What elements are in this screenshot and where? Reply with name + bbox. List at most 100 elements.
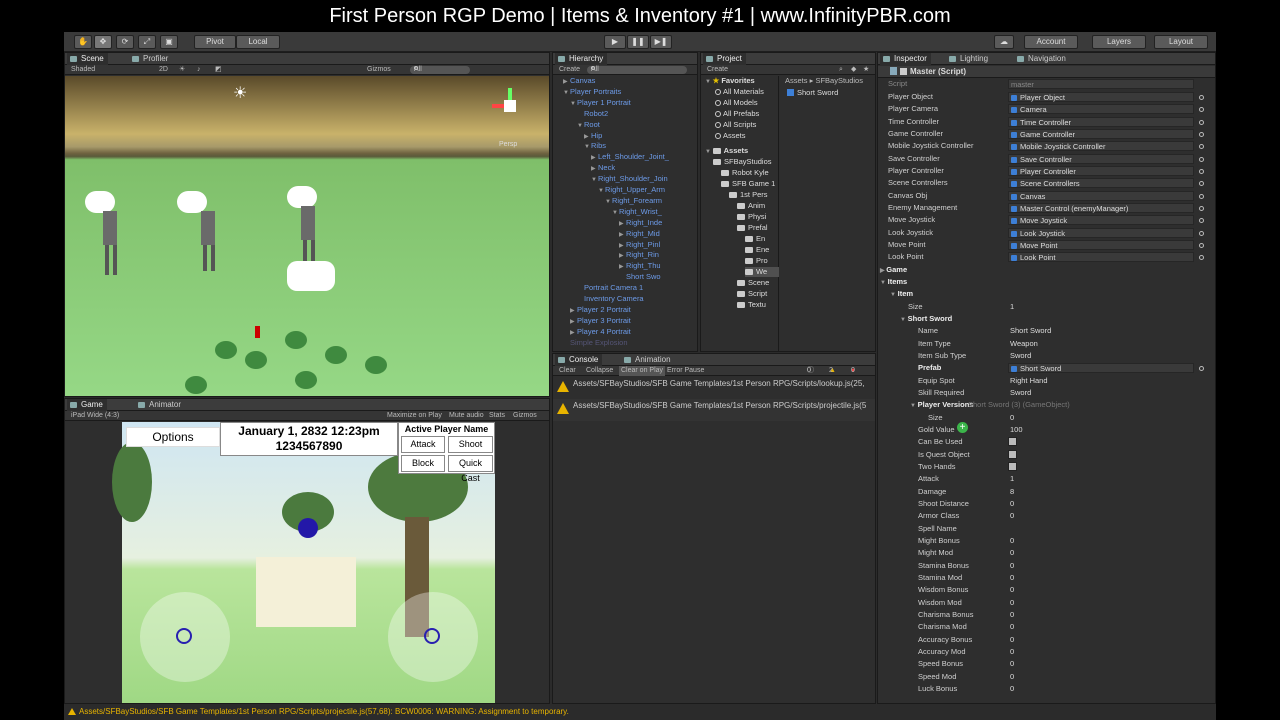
tab-scene[interactable]: Scene — [67, 53, 108, 65]
foldout-arrow-icon[interactable]: ▶ — [570, 317, 577, 327]
object-field[interactable]: Move Point — [1008, 239, 1194, 250]
foldout-arrow-icon[interactable]: ▼ — [577, 121, 584, 131]
object-field[interactable]: Player Controller — [1008, 165, 1194, 176]
tab-game[interactable]: Game — [67, 399, 107, 411]
value-field[interactable]: Right Hand — [1008, 376, 1194, 386]
value-field[interactable]: Sword — [1008, 351, 1194, 361]
value-field[interactable]: 0 — [1008, 659, 1194, 669]
aspect-dropdown[interactable]: iPad Wide (4:3) — [71, 411, 119, 421]
project-search-icon[interactable]: ⌕ — [839, 65, 843, 75]
foldout-arrow-icon[interactable]: ▼ — [910, 403, 918, 409]
hierarchy-item[interactable]: ▼Player Portraits — [563, 87, 621, 97]
project-folder[interactable]: En — [745, 234, 765, 244]
step-button[interactable]: ▶❚ — [650, 35, 672, 49]
rect-tool-button[interactable]: ▣ — [160, 35, 178, 49]
move-joystick-knob[interactable] — [176, 628, 192, 644]
hierarchy-item[interactable]: ▶ Right_Pinl — [619, 240, 660, 250]
maximize-toggle[interactable]: Maximize on Play — [387, 411, 442, 421]
object-picker-icon[interactable] — [1199, 181, 1204, 187]
object-picker-icon[interactable] — [1199, 218, 1204, 224]
value-field[interactable]: Sword — [1008, 388, 1194, 398]
favorite-item[interactable]: Assets — [715, 131, 746, 141]
value-field[interactable]: 0 — [1008, 573, 1194, 583]
object-field[interactable]: Camera — [1008, 104, 1194, 115]
2d-toggle[interactable]: 2D — [159, 65, 168, 75]
inspector-field-label[interactable]: ▼ Short Sword — [900, 313, 952, 326]
foldout-arrow-icon[interactable]: ▼ — [605, 197, 612, 207]
shaded-dropdown[interactable]: Shaded — [71, 65, 95, 75]
favorite-item[interactable]: All Prefabs — [715, 109, 759, 119]
object-picker-icon[interactable] — [1199, 131, 1204, 137]
checkbox[interactable] — [1008, 461, 1017, 471]
object-field[interactable]: Save Controller — [1008, 153, 1194, 164]
foldout-arrow-icon[interactable]: ▼ — [598, 186, 605, 196]
project-folder[interactable]: Textu — [737, 300, 766, 310]
scene-gizmo[interactable] — [490, 86, 530, 126]
favorites-header[interactable]: ▼ ★ Favorites — [705, 76, 755, 86]
foldout-arrow-icon[interactable]: ▶ — [619, 219, 626, 229]
value-field[interactable]: 0 — [1008, 635, 1194, 645]
object-picker-icon[interactable] — [1199, 119, 1204, 125]
value-field[interactable]: 0 — [1008, 585, 1194, 595]
object-picker-icon[interactable] — [1199, 366, 1204, 372]
options-button[interactable]: Options — [126, 427, 220, 447]
value-field[interactable]: 1 — [1008, 302, 1194, 312]
hierarchy-item[interactable]: ▶ Player 4 Portrait — [570, 327, 631, 337]
value-field[interactable]: 0 — [1008, 413, 1194, 423]
breadcrumb-assets[interactable]: Assets — [785, 76, 808, 85]
value-field[interactable]: 100 — [1008, 425, 1194, 435]
lighting-toggle-icon[interactable]: ☀ — [179, 65, 185, 75]
hierarchy-item[interactable]: ▼Right_Upper_Arm — [598, 185, 665, 195]
tag-icon[interactable]: ◆ — [851, 65, 856, 75]
block-button[interactable]: Block — [401, 455, 445, 472]
checkbox[interactable] — [1008, 437, 1017, 447]
hierarchy-item[interactable]: Portrait Camera 1 — [577, 283, 643, 293]
project-folder[interactable]: Scene — [737, 278, 769, 288]
foldout-arrow-icon[interactable]: ▶ — [619, 251, 626, 261]
play-button[interactable]: ▶ — [604, 35, 626, 49]
gizmos-toggle[interactable]: Gizmos — [513, 411, 537, 421]
value-field[interactable]: 0 — [1008, 548, 1194, 558]
rotate-tool-button[interactable]: ⟳ — [116, 35, 134, 49]
console-clear-on-play-button[interactable]: Clear on Play — [619, 366, 666, 376]
console-collapse-button[interactable]: Collapse — [586, 366, 613, 376]
move-tool-button[interactable]: ✥ — [94, 35, 112, 49]
foldout-arrow-icon[interactable]: ▼ — [900, 317, 908, 323]
foldout-arrow-icon[interactable]: ▶ — [570, 306, 577, 316]
foldout-arrow-icon[interactable]: ▶ — [591, 164, 598, 174]
hierarchy-item[interactable]: ▶ Hip — [584, 131, 602, 141]
tab-project[interactable]: Project — [703, 53, 746, 65]
foldout-arrow-icon[interactable]: ▶ — [563, 77, 570, 87]
effects-toggle-icon[interactable]: ◩ — [215, 65, 222, 75]
status-bar[interactable]: Assets/SFBayStudios/SFB Game Templates/1… — [64, 704, 1216, 720]
value-field[interactable]: 0 — [1008, 684, 1194, 694]
foldout-arrow-icon[interactable]: ▶ — [570, 328, 577, 338]
object-picker-icon[interactable] — [1199, 95, 1204, 100]
tab-navigation[interactable]: Navigation — [1014, 53, 1070, 65]
console-error-pause-button[interactable]: Error Pause — [667, 366, 704, 376]
account-dropdown[interactable]: Account — [1024, 35, 1078, 49]
value-field[interactable]: 0 — [1008, 647, 1194, 657]
inspector-field-label[interactable]: ▶ Game — [880, 264, 907, 277]
tab-lighting[interactable]: Lighting — [946, 53, 992, 65]
star-icon[interactable]: ★ — [863, 65, 869, 75]
value-field[interactable]: 0 — [1008, 598, 1194, 608]
object-picker-icon[interactable] — [1199, 242, 1204, 248]
console-clear-button[interactable]: Clear — [559, 366, 576, 376]
hierarchy-item[interactable]: Simple Explosion — [563, 338, 628, 348]
object-field[interactable]: Move Joystick — [1008, 215, 1194, 226]
hierarchy-item[interactable]: ▶ Left_Shoulder_Joint_ — [591, 152, 669, 162]
hierarchy-item[interactable]: ▼Ribs — [584, 141, 606, 151]
foldout-arrow-icon[interactable]: ▼ — [890, 292, 898, 298]
favorite-item[interactable]: All Scripts — [715, 120, 756, 130]
hierarchy-item[interactable]: ▶ Canvas — [563, 76, 595, 86]
value-field[interactable]: Short Sword — [1008, 326, 1194, 336]
shoot-button[interactable]: Shoot — [448, 436, 493, 453]
hierarchy-search[interactable]: All — [587, 66, 687, 74]
value-field[interactable] — [1008, 524, 1194, 534]
hierarchy-item[interactable]: ▼Player 1 Portrait — [570, 98, 631, 108]
value-field[interactable]: 0 — [1008, 622, 1194, 632]
value-field[interactable]: 0 — [1008, 672, 1194, 682]
component-enabled-checkbox[interactable] — [900, 68, 907, 75]
foldout-arrow-icon[interactable]: ▼ — [584, 142, 591, 152]
